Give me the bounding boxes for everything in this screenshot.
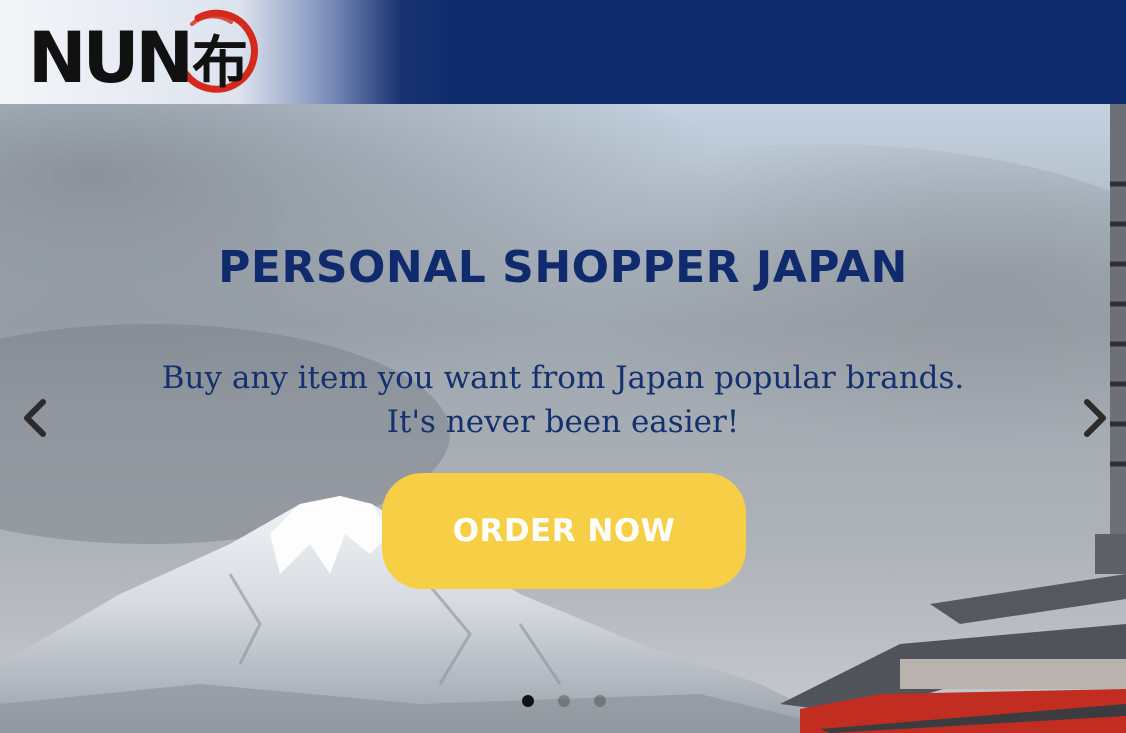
order-now-button[interactable]: ORDER NOW <box>382 473 746 589</box>
hero-subtitle-line-2: It's never been easier! <box>386 404 740 440</box>
chevron-left-icon[interactable] <box>16 396 56 440</box>
carousel-dot-1[interactable] <box>522 695 534 707</box>
carousel-dot-2[interactable] <box>558 695 570 707</box>
nuno-logo[interactable]: NUN 布 <box>26 4 258 96</box>
hero-title: PERSONAL SHOPPER JAPAN <box>218 242 908 293</box>
hero-subtitle: Buy any item you want from Japan popular… <box>0 356 1126 444</box>
site-header: NUN 布 <box>0 0 1126 104</box>
carousel-indicators <box>0 695 1126 709</box>
logo-kanji: 布 <box>192 30 248 96</box>
hero-carousel: PERSONAL SHOPPER JAPAN Buy any item you … <box>0 104 1126 733</box>
hero-subtitle-line-1: Buy any item you want from Japan popular… <box>161 360 965 396</box>
chevron-right-icon[interactable] <box>1074 396 1114 440</box>
carousel-dot-3[interactable] <box>594 695 606 707</box>
logo-text: NUN <box>28 17 190 96</box>
